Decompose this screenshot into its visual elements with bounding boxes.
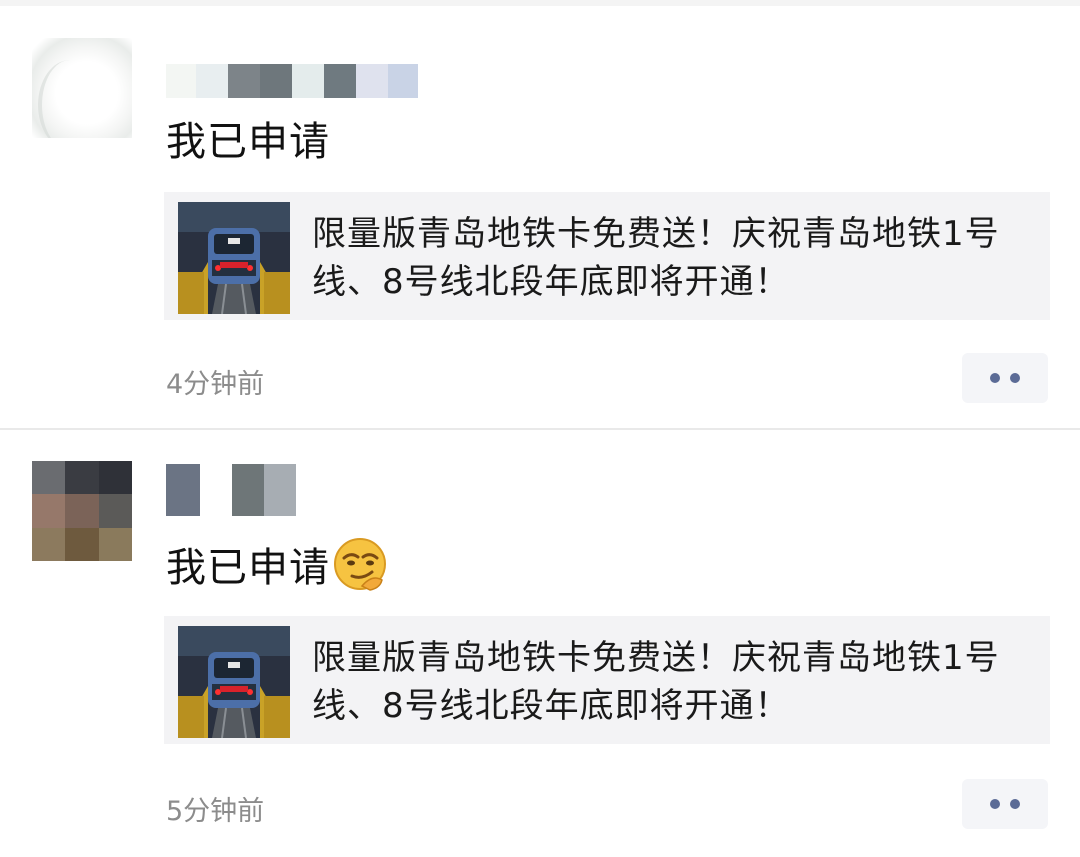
timestamp: 5分钟前 [166,796,265,827]
username-redacted[interactable] [166,64,418,98]
more-dots-icon [990,373,1000,383]
more-dots-button[interactable] [962,353,1048,403]
timestamp: 4分钟前 [166,369,265,400]
subway-train-thumbnail [178,202,290,314]
avatar[interactable] [32,461,132,561]
comment-text: 我已申请 [166,533,388,595]
message-text: 我已申请 [166,119,330,165]
more-dots-icon [1010,799,1020,809]
more-dots-icon [1010,373,1020,383]
message-text: 我已申请 [166,545,330,591]
more-dots-icon [990,799,1000,809]
shared-link-card[interactable]: 限量版青岛地铁卡免费送！庆祝青岛地铁1号线、8号线北段年底即将开通！ [164,616,1050,744]
shared-link-card[interactable]: 限量版青岛地铁卡免费送！庆祝青岛地铁1号线、8号线北段年底即将开通！ [164,192,1050,320]
smirk-emoji-icon [332,536,388,592]
avatar[interactable] [32,38,132,138]
more-dots-button[interactable] [962,779,1048,829]
avatar-image [32,461,132,561]
comment-text: 我已申请 [166,112,330,165]
subway-train-thumbnail [178,626,290,738]
username-redacted[interactable] [166,464,296,516]
comment-item: 我已申请 限量版青岛地铁卡免费送！庆祝青岛地铁1号线、8号线北段年底即将开通！ … [0,429,1080,857]
comment-item: 我已申请 限量版青岛地铁卡免费送！庆祝青岛地铁1号线、8号线北段年底即将开通！ … [0,0,1080,428]
link-card-title: 限量版青岛地铁卡免费送！庆祝青岛地铁1号线、8号线北段年底即将开通！ [312,638,1000,726]
link-card-title: 限量版青岛地铁卡免费送！庆祝青岛地铁1号线、8号线北段年底即将开通！ [312,214,1000,302]
comment-feed: 我已申请 限量版青岛地铁卡免费送！庆祝青岛地铁1号线、8号线北段年底即将开通！ … [0,0,1080,857]
